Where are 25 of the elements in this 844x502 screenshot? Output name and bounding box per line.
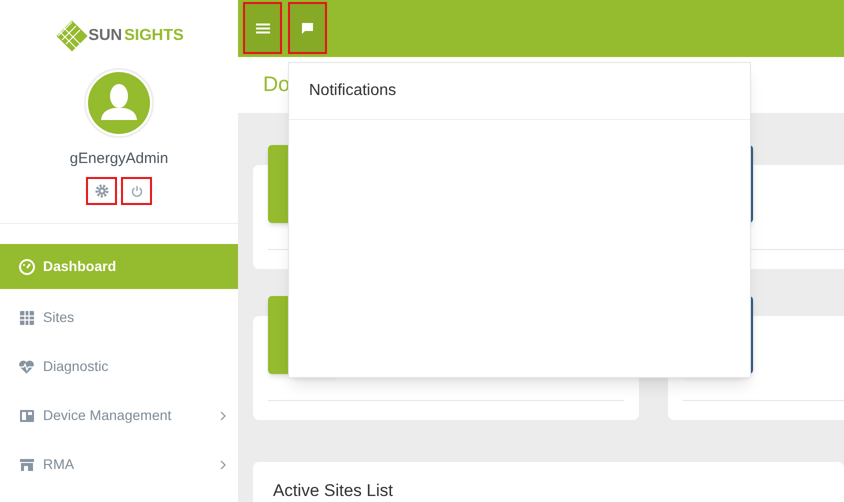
user-name: gEnergyAdmin (70, 150, 168, 167)
nav-item[interactable]: Dashboard (0, 244, 238, 289)
logo-text-part: SIGHTS (124, 26, 184, 46)
power-button[interactable] (121, 177, 152, 205)
nav-item[interactable]: RMA (0, 440, 238, 489)
gauge-icon (18, 258, 34, 274)
menu-icon (256, 22, 270, 34)
grid-icon (18, 310, 34, 326)
heartbeat-icon (18, 358, 35, 374)
nav-item[interactable]: Device Management (0, 391, 238, 440)
device-icon (18, 408, 34, 424)
nav-item[interactable]: Sites (0, 293, 238, 342)
nav-item[interactable]: Diagnostic (0, 342, 238, 391)
power-icon (130, 185, 142, 197)
menu-button[interactable] (243, 2, 282, 54)
popup-title: Notifications (309, 81, 396, 101)
settings-button[interactable] (86, 177, 117, 205)
gear-icon (94, 184, 108, 198)
chat-button[interactable] (288, 2, 327, 54)
logo-text-part: SUN (88, 26, 122, 46)
card-title: Active Sites List (273, 481, 393, 500)
logo-icon (54, 18, 90, 54)
store-icon (18, 456, 34, 472)
page-title: Do (263, 72, 290, 98)
chat-icon (301, 22, 314, 35)
